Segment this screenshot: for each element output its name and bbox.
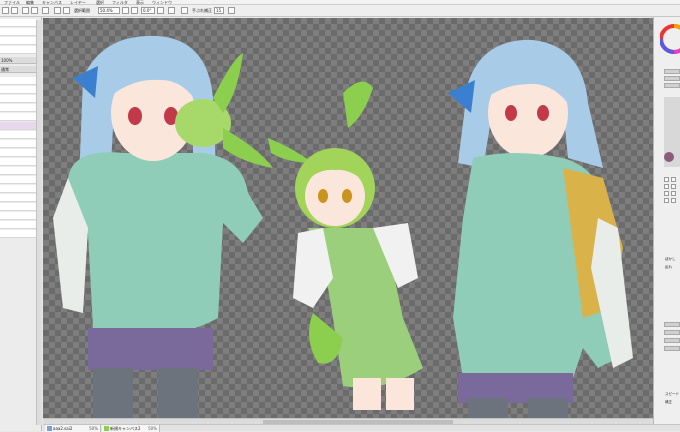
layer-row[interactable] (0, 158, 36, 166)
brush-option-label: 補正 (665, 400, 672, 404)
flip-button[interactable] (168, 7, 175, 14)
stabilizer-field[interactable]: 15 (214, 7, 224, 14)
artwork (53, 35, 633, 418)
layer-row[interactable] (0, 176, 36, 184)
tool-button[interactable] (671, 184, 676, 189)
brush-slider[interactable] (664, 346, 680, 351)
color-slider[interactable] (664, 76, 680, 81)
layer-row[interactable] (0, 95, 36, 103)
select-all-button[interactable] (42, 7, 49, 14)
brush-slider[interactable] (664, 330, 680, 335)
document-icon (47, 426, 52, 431)
layer-row[interactable] (0, 131, 36, 139)
brush-slider[interactable] (664, 338, 680, 343)
redo-button[interactable] (11, 7, 18, 14)
layer-row[interactable] (0, 185, 36, 193)
character-left (53, 35, 273, 418)
tool-button[interactable] (664, 177, 669, 182)
brush-option-label: 乱れ (665, 265, 672, 269)
zoom-reset-button[interactable] (122, 7, 129, 14)
panel-row[interactable] (0, 28, 36, 36)
tool-panel: ぼかし 乱れ スピード 補正 (653, 17, 680, 424)
tool-button[interactable] (664, 184, 669, 189)
stabilizer-label: 手ぶれ補正 (192, 8, 212, 13)
layer-row[interactable] (0, 104, 36, 112)
color-wheel[interactable] (660, 19, 680, 65)
deselect-button[interactable] (22, 7, 29, 14)
stabilizer-icon (181, 7, 188, 14)
layer-row[interactable] (0, 203, 36, 211)
panel-row[interactable] (0, 37, 36, 45)
panel-row[interactable] (0, 46, 36, 54)
undo-button[interactable] (2, 7, 9, 14)
opacity-field[interactable]: 100% (0, 57, 36, 64)
blend-mode-select[interactable]: 通常 (0, 66, 36, 73)
brush-option-label: スピード (665, 392, 679, 396)
character-middle (268, 81, 423, 410)
tool-button[interactable] (664, 198, 669, 203)
layer-row[interactable] (0, 167, 36, 175)
panel-row[interactable] (0, 19, 36, 27)
color-slider[interactable] (664, 83, 680, 88)
rotate-left-button[interactable] (131, 7, 138, 14)
tool-button[interactable] (671, 191, 676, 196)
layer-row[interactable] (0, 77, 36, 85)
color-slider[interactable] (664, 69, 680, 74)
zoom-in-button[interactable] (54, 7, 61, 14)
tool-button[interactable] (664, 191, 669, 196)
selection-label: 選択範囲 (74, 8, 90, 13)
layer-row[interactable] (0, 113, 36, 121)
layer-row[interactable] (0, 212, 36, 220)
canvas[interactable] (43, 18, 653, 418)
tab-label: 新規キャンバス2 (110, 426, 141, 431)
tab-label: aaa2.sai2 (53, 426, 73, 431)
brush-slider[interactable] (664, 322, 680, 327)
invert-selection-button[interactable] (31, 7, 38, 14)
layer-row[interactable] (0, 86, 36, 94)
layer-row[interactable] (0, 194, 36, 202)
current-color-swatch[interactable] (664, 152, 674, 162)
close-button[interactable] (228, 7, 235, 14)
toolbar: 選択範囲 50.4% 0.0° 手ぶれ補正 15 (0, 5, 680, 17)
layer-row[interactable] (0, 221, 36, 229)
layer-scrollbar[interactable] (36, 20, 42, 425)
tool-button[interactable] (671, 177, 676, 182)
document-tabs: aaa2.sai2 50% 新規キャンバス2 50% (43, 424, 680, 432)
rotation-field[interactable]: 0.0° (141, 7, 155, 14)
layer-row-selected[interactable] (0, 122, 36, 130)
document-icon (104, 426, 109, 431)
layer-row[interactable] (0, 140, 36, 148)
zoom-out-button[interactable] (63, 7, 70, 14)
layer-row[interactable] (0, 149, 36, 157)
character-right (448, 39, 633, 418)
rotate-right-button[interactable] (157, 7, 164, 14)
brush-option-label: ぼかし (665, 257, 676, 261)
layer-row[interactable] (0, 230, 36, 238)
zoom-field[interactable]: 50.4% (98, 7, 120, 14)
tool-button[interactable] (671, 198, 676, 203)
